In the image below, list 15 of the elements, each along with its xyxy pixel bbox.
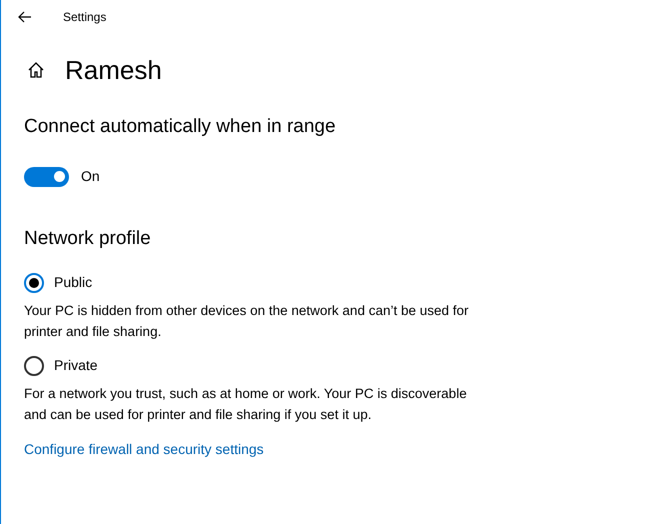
radio-button[interactable] — [24, 272, 44, 292]
firewall-settings-link[interactable]: Configure firewall and security settings — [24, 439, 670, 460]
section-heading: Connect automatically when in range — [24, 115, 337, 139]
toggle-label: On — [81, 167, 100, 186]
option-description: Your PC is hidden from other devices on the network and can’t be used for printer and file sharing. — [24, 302, 470, 341]
radio-button[interactable] — [24, 356, 44, 376]
radio-label: Public — [54, 273, 92, 292]
option-description: For a network you trust, such as at home or work. Your PC is discoverable and can be used for printer and file sharing if you set it up. — [24, 385, 468, 424]
section-heading: Network profile — [24, 227, 152, 251]
home-icon — [27, 61, 45, 79]
back-arrow-icon — [18, 11, 32, 23]
radio-label: Private — [54, 356, 98, 375]
window-title: Settings — [63, 9, 106, 26]
toggle-switch[interactable] — [24, 166, 69, 186]
page-title: Ramesh — [65, 54, 162, 86]
